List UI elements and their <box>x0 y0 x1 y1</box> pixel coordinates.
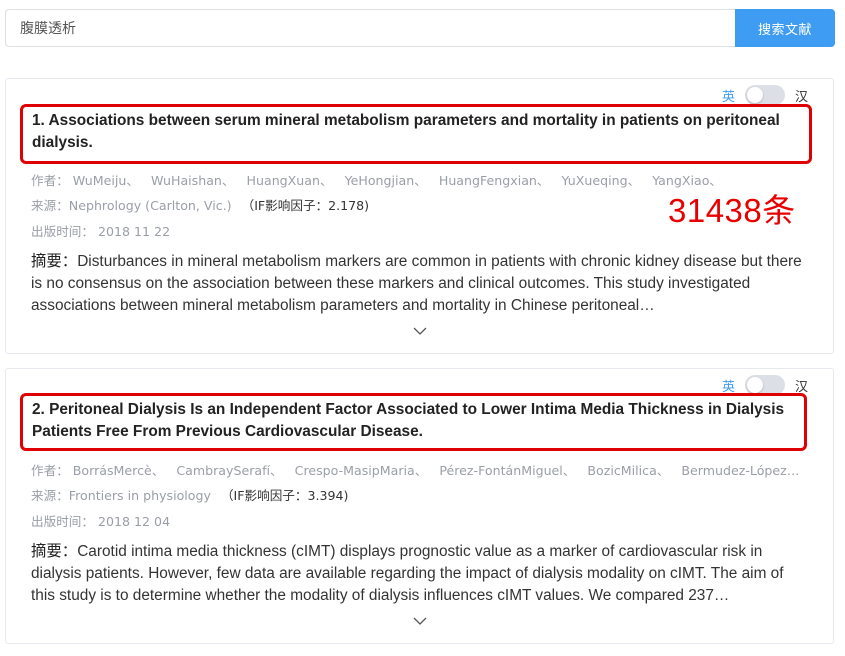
article-date: 出版时间： 2018 11 22 <box>31 221 170 240</box>
author-name[interactable]: BorrásMercè、 <box>73 463 165 478</box>
article-source: 来源：Frontiers in physiology （IF影响因子：3.394) <box>31 485 348 504</box>
title-highlight-box: 1. Associations between serum mineral me… <box>20 104 812 164</box>
search-bar: 搜索文献 <box>5 9 835 47</box>
chevron-down-icon[interactable] <box>413 324 427 338</box>
source-label: 来源： <box>31 488 69 503</box>
source-name: Frontiers in physiology <box>68 488 211 503</box>
result-card: 英 汉 1. Associations between serum minera… <box>5 78 834 354</box>
search-button[interactable]: 搜索文献 <box>735 9 835 47</box>
author-name[interactable]: YeHongjian、 <box>345 173 427 188</box>
author-name[interactable]: HuangXuan、 <box>247 173 333 188</box>
source-label: 来源： <box>31 198 69 213</box>
date-label: 出版时间： <box>31 514 94 529</box>
switch-knob <box>746 87 763 103</box>
abstract-text: Disturbances in mineral metabolism marke… <box>31 253 802 314</box>
article-abstract: 摘要：Carotid intima media thickness (cIMT)… <box>31 541 811 607</box>
date-label: 出版时间： <box>31 224 94 239</box>
author-name[interactable]: YuXueqing、 <box>562 173 641 188</box>
lang-en-label[interactable]: 英 <box>722 376 735 395</box>
result-card: 英 汉 2. Peritoneal Dialysis Is an Indepen… <box>5 368 834 644</box>
author-name[interactable]: CambraySerafí、 <box>176 463 282 478</box>
article-source: 来源：Nephrology (Carlton, Vic.) （IF影响因子：2.1… <box>31 195 369 214</box>
author-name[interactable]: Bermudez-LópezMarc… <box>681 463 809 478</box>
abstract-label: 摘要： <box>31 543 78 560</box>
author-name[interactable]: WuHaishan、 <box>151 173 235 188</box>
author-name[interactable]: Crespo-MasipMaria、 <box>295 463 428 478</box>
switch-knob <box>746 377 763 393</box>
lang-zh-label[interactable]: 汉 <box>795 376 808 395</box>
article-authors: 作者： BorrásMercè、 CambraySerafí、 Crespo-M… <box>31 460 809 479</box>
lang-zh-label[interactable]: 汉 <box>795 86 808 105</box>
result-count: 31438条 <box>668 192 796 229</box>
author-name[interactable]: HuangFengxian、 <box>439 173 550 188</box>
language-toggle[interactable]: 英 汉 <box>722 375 808 395</box>
author-name[interactable]: Pérez-FontánMiguel、 <box>439 463 575 478</box>
title-highlight-box: 2. Peritoneal Dialysis Is an Independent… <box>20 393 807 451</box>
abstract-text: Carotid intima media thickness (cIMT) di… <box>31 543 784 604</box>
lang-en-label[interactable]: 英 <box>722 86 735 105</box>
language-toggle[interactable]: 英 汉 <box>722 85 808 105</box>
author-label: 作者： <box>31 463 69 478</box>
source-name: Nephrology (Carlton, Vic.) <box>68 198 232 213</box>
author-name[interactable]: BozicMilica、 <box>587 463 669 478</box>
date-value: 2018 12 04 <box>97 514 171 529</box>
author-name[interactable]: WuMeiju、 <box>73 173 139 188</box>
abstract-label: 摘要： <box>31 253 78 270</box>
article-title[interactable]: 1. Associations between serum mineral me… <box>32 110 800 153</box>
chevron-down-icon[interactable] <box>413 614 427 628</box>
date-value: 2018 11 22 <box>97 224 171 239</box>
article-abstract: 摘要：Disturbances in mineral metabolism ma… <box>31 251 811 317</box>
language-switch[interactable] <box>744 85 785 105</box>
language-switch[interactable] <box>744 375 785 395</box>
author-label: 作者： <box>31 173 69 188</box>
impact-factor: （IF影响因子：3.394) <box>220 488 349 503</box>
search-input[interactable] <box>5 9 736 47</box>
article-title[interactable]: 2. Peritoneal Dialysis Is an Independent… <box>32 399 795 442</box>
impact-factor: （IF影响因子：2.178) <box>241 198 370 213</box>
article-date: 出版时间： 2018 12 04 <box>31 511 170 530</box>
